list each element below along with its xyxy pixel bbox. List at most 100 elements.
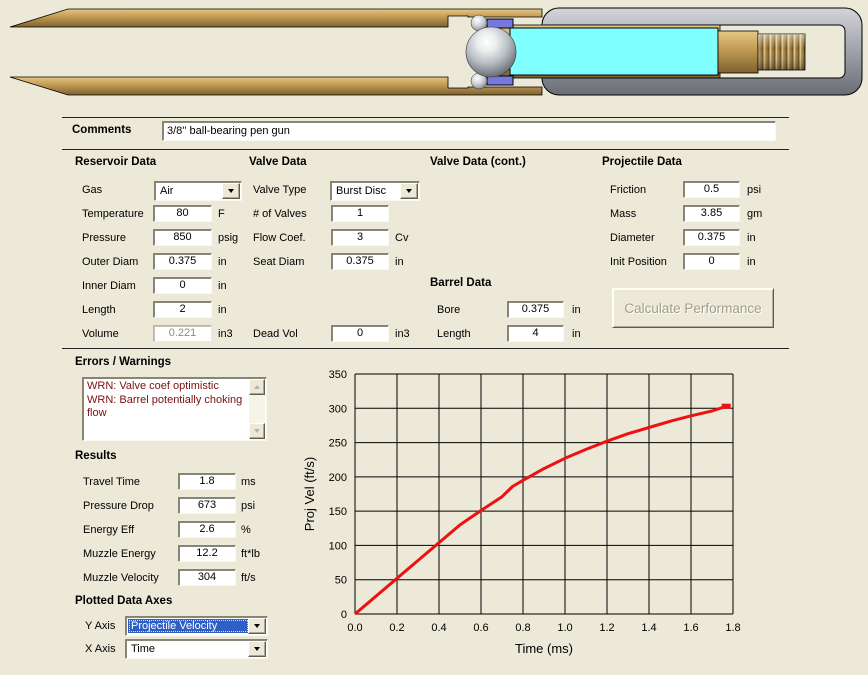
y-axis-value: Projectile Velocity: [128, 619, 249, 633]
length-label: Length: [82, 304, 116, 316]
energy-eff-input[interactable]: 2.6: [178, 521, 236, 538]
barrel-top-wall: [10, 9, 542, 27]
friction-unit: psi: [747, 184, 761, 196]
muzzle-energy-input[interactable]: 12.2: [178, 545, 236, 562]
flow-coef-label: Flow Coef.: [253, 232, 306, 244]
volume-input: 0.221: [153, 325, 212, 342]
outer-diam-unit: in: [218, 256, 227, 268]
velocity-chart: 0.00.20.40.60.81.01.21.41.61.80501001502…: [300, 368, 840, 668]
gas-value: Air: [157, 184, 223, 198]
friction-label: Friction: [610, 184, 646, 196]
x-axis-label: X Axis: [85, 643, 116, 655]
temperature-unit: F: [218, 208, 225, 220]
temperature-label: Temperature: [82, 208, 144, 220]
of-valves-input[interactable]: 1: [331, 205, 389, 222]
muzzle-velocity-input[interactable]: 304: [178, 569, 236, 586]
length-input[interactable]: 4: [507, 325, 564, 342]
svg-text:100: 100: [329, 540, 347, 552]
valve-type-label: Valve Type: [253, 184, 306, 196]
ball-bearing-projectile: [466, 27, 516, 77]
length-unit: in: [218, 304, 227, 316]
muzzle-velocity-label: Muzzle Velocity: [83, 572, 159, 584]
dropdown-button[interactable]: [222, 183, 240, 199]
inner-diam-input[interactable]: 0: [153, 277, 212, 294]
dead-vol-label: Dead Vol: [253, 328, 298, 340]
flow-coef-unit: Cv: [395, 232, 408, 244]
inner-diam-unit: in: [218, 280, 227, 292]
fitting-block: [718, 31, 758, 73]
air-reservoir: [510, 28, 718, 75]
svg-text:1.8: 1.8: [725, 622, 740, 634]
flow-coef-input[interactable]: 3: [331, 229, 389, 246]
barrel-data-header: Barrel Data: [430, 277, 491, 289]
valve-type-select[interactable]: Burst Disc: [330, 181, 420, 201]
barrel-bottom-wall: [10, 77, 542, 95]
svg-text:0.0: 0.0: [347, 622, 362, 634]
seat-diam-label: Seat Diam: [253, 256, 304, 268]
pressure-drop-unit: psi: [241, 500, 255, 512]
projectile-data-header: Projectile Data: [602, 156, 682, 168]
scroll-up-button[interactable]: [249, 379, 265, 395]
chevron-down-icon: [406, 189, 412, 193]
calculate-performance-button[interactable]: Calculate Performance: [612, 288, 774, 328]
velocity-curve: [355, 406, 727, 614]
pressure-drop-label: Pressure Drop: [83, 500, 154, 512]
comments-label: Comments: [72, 124, 131, 136]
svg-text:300: 300: [329, 403, 347, 415]
gas-select[interactable]: Air: [154, 181, 242, 201]
plotted-data-axes-header: Plotted Data Axes: [75, 595, 172, 607]
errors-warnings-header: Errors / Warnings: [75, 356, 171, 368]
svg-text:0.2: 0.2: [389, 622, 404, 634]
svg-text:1.2: 1.2: [599, 622, 614, 634]
of-valves-label: # of Valves: [253, 208, 307, 220]
seat-diam-input[interactable]: 0.375: [331, 253, 389, 270]
dropdown-button[interactable]: [248, 641, 266, 657]
bore-unit: in: [572, 304, 581, 316]
travel-time-label: Travel Time: [83, 476, 140, 488]
energy-eff-label: Energy Eff: [83, 524, 134, 536]
muzzle-velocity-unit: ft/s: [241, 572, 256, 584]
dead-vol-input[interactable]: 0: [331, 325, 389, 342]
svg-text:0.8: 0.8: [515, 622, 530, 634]
bore-input[interactable]: 0.375: [507, 301, 564, 318]
volume-label: Volume: [82, 328, 119, 340]
svg-text:200: 200: [329, 472, 347, 484]
pressure-input[interactable]: 850: [153, 229, 212, 246]
muzzle-energy-unit: ft*lb: [241, 548, 260, 560]
x-axis-value: Time: [128, 642, 249, 656]
arrow-up-icon: [254, 385, 260, 389]
diameter-input[interactable]: 0.375: [683, 229, 740, 246]
init-position-label: Init Position: [610, 256, 667, 268]
outer-diam-input[interactable]: 0.375: [153, 253, 212, 270]
friction-input[interactable]: 0.5: [683, 181, 740, 198]
svg-text:350: 350: [329, 369, 347, 381]
x-axis-select[interactable]: Time: [125, 639, 268, 659]
chevron-down-icon: [254, 624, 260, 628]
errors-warnings-box[interactable]: WRN: Valve coef optimistic WRN: Barrel p…: [82, 377, 267, 441]
init-position-input[interactable]: 0: [683, 253, 740, 270]
pressure-label: Pressure: [82, 232, 126, 244]
comments-input[interactable]: 3/8'' ball-bearing pen gun: [162, 121, 776, 141]
pen-gun-simulator-window: { "colors": { "bg": "#ECE9D8", "highligh…: [0, 0, 868, 675]
valve-data-cont-header: Valve Data (cont.): [430, 156, 526, 168]
temperature-input[interactable]: 80: [153, 205, 212, 222]
dropdown-button[interactable]: [248, 618, 266, 634]
thread-shading: [758, 34, 805, 70]
errors-scrollbar[interactable]: [249, 379, 265, 439]
svg-text:1.6: 1.6: [683, 622, 698, 634]
valve-data-header: Valve Data: [249, 156, 307, 168]
travel-time-input[interactable]: 1.8: [178, 473, 236, 490]
arrow-down-icon: [254, 429, 260, 433]
dropdown-button[interactable]: [400, 183, 418, 199]
valve-type-value: Burst Disc: [333, 184, 401, 198]
length-input[interactable]: 2: [153, 301, 212, 318]
mass-input[interactable]: 3.85: [683, 205, 740, 222]
pressure-drop-input[interactable]: 673: [178, 497, 236, 514]
separator-above-results: [62, 348, 789, 349]
y-axis-select[interactable]: Projectile Velocity: [125, 616, 268, 636]
chevron-down-icon: [228, 189, 234, 193]
scroll-down-button[interactable]: [249, 423, 265, 439]
chevron-down-icon: [254, 647, 260, 651]
init-position-unit: in: [747, 256, 756, 268]
burst-disc-bottom: [487, 76, 513, 85]
